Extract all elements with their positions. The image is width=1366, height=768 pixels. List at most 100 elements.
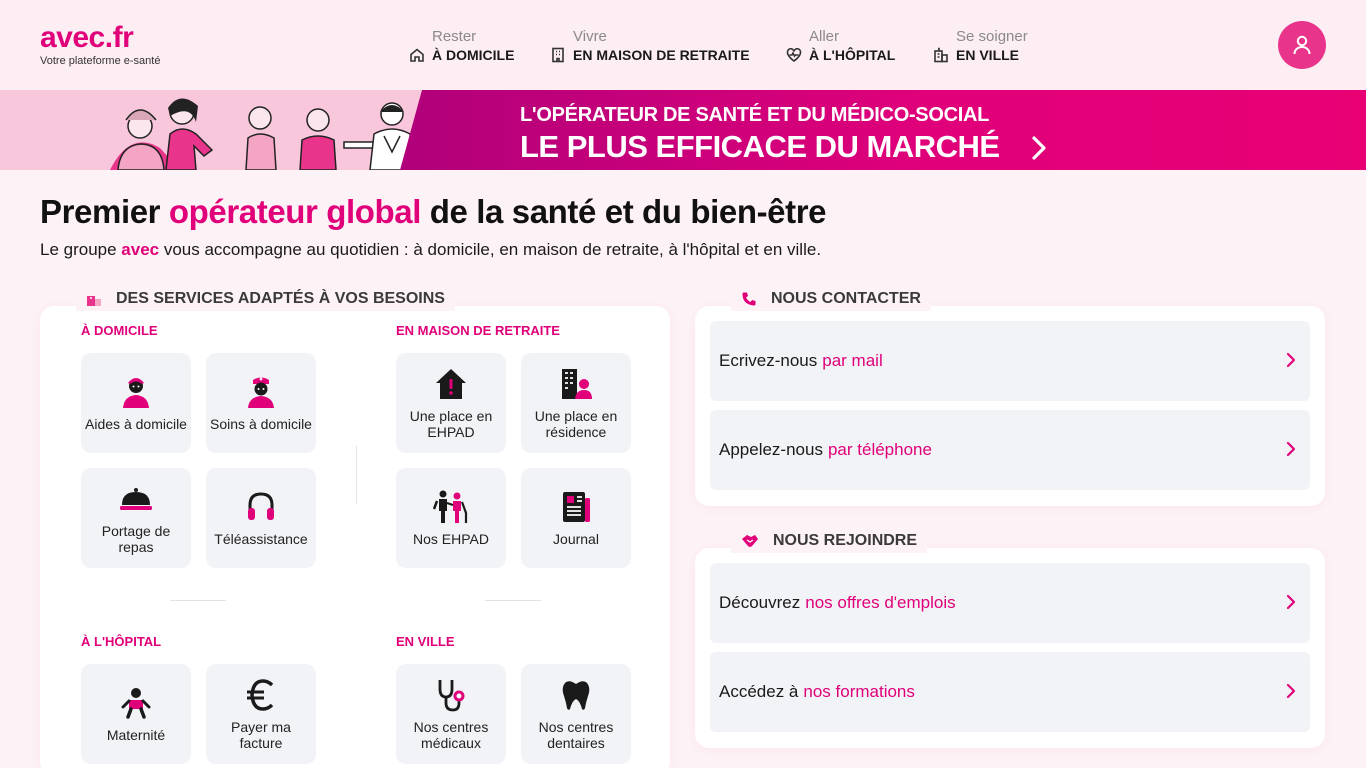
tile-label: Portage de repas [101,523,171,555]
tile-label: Nos centres médicaux [413,719,489,751]
nav-item-maison-retraite[interactable]: Vivre EN MAISON DE RETRAITE [550,28,750,64]
services-heading: DES SERVICES ADAPTÉS À VOS BESOINS [76,287,455,311]
title-after: de la santé et du bien-être [421,193,827,230]
chevron-right-icon [1286,352,1296,368]
title-before: Premier [40,193,169,230]
heart-pulse-icon [786,47,802,62]
logo[interactable]: avec.fr Votre plateforme e-santé [40,22,161,68]
people-icon [433,490,468,523]
logo-tagline: Votre plateforme e-santé [40,55,161,67]
category-label-ville: EN VILLE [396,634,455,649]
nav-item-ville[interactable]: Se soigner EN VILLE [933,28,1028,64]
handshake-icon [742,535,758,547]
nav-item-hopital[interactable]: Aller À L'HÔPITAL [786,28,895,64]
join-heading: NOUS REJOINDRE [731,529,928,553]
tile-label: Maternité [106,727,166,743]
tile-journal[interactable]: Journal [521,468,631,568]
divider [170,600,226,601]
euro-icon [247,679,274,711]
intro-after: vous accompagne au quotidien : à domicil… [159,240,822,259]
tile-maternite[interactable]: Maternité [81,664,191,764]
nav-main-label: EN VILLE [956,47,1020,63]
tile-payer-facture[interactable]: Payer ma facture [206,664,316,764]
nav-main-label: À DOMICILE [432,47,515,63]
nav-main-label: À L'HÔPITAL [809,47,896,63]
row-highlight: par téléphone [827,440,932,459]
tile-label: Une place en résidence [534,408,618,440]
meal-cloche-icon [120,488,152,510]
chevron-right-icon [1032,136,1046,160]
tile-centres-medicaux[interactable]: Nos centres médicaux [396,664,506,764]
row-text: Accédez à [719,682,799,701]
title-highlight: opérateur global [168,193,422,230]
row-highlight: nos formations [803,682,915,701]
city-icon [934,47,948,63]
nav-main-label: EN MAISON DE RETRAITE [573,47,750,63]
divider [485,600,541,601]
tile-label: Nos centres dentaires [538,719,614,751]
chevron-right-icon [1286,594,1296,610]
tile-teleassistance[interactable]: Téléassistance [206,468,316,568]
contact-mail-link[interactable]: Ecrivez-nous par mail [710,321,1310,401]
building-icon [552,47,564,63]
user-icon [1293,35,1311,55]
category-label-hopital: À L'HÔPITAL [81,634,162,649]
tile-portage-repas[interactable]: Portage de repas [81,468,191,568]
contact-title: NOUS CONTACTER [771,290,921,307]
tile-place-ehpad[interactable]: Une place en EHPAD [396,353,506,453]
chevron-right-icon [1286,441,1296,457]
services-title: DES SERVICES ADAPTÉS À VOS BESOINS [116,290,445,307]
phone-icon [742,292,756,306]
tile-label: Soins à domicile [210,416,312,432]
residence-icon [562,369,592,399]
tile-place-residence[interactable]: Une place en résidence [521,353,631,453]
tile-label: Journal [553,531,599,547]
nav-sub-label: Vivre [573,28,607,45]
join-training-link[interactable]: Accédez à nos formations [710,652,1310,732]
nurse-icon [248,377,274,408]
logo-text[interactable]: avec.fr [40,22,160,54]
tile-label: Nos EHPAD [413,531,489,547]
promo-banner[interactable]: L'OPÉRATEUR DE SANTÉ ET DU MÉDICO-SOCIAL… [0,90,1366,170]
row-text: Découvrez [719,593,801,612]
tile-soins-domicile[interactable]: Soins à domicile [206,353,316,453]
tile-label: Aides à domicile [85,416,187,432]
contact-heading: NOUS CONTACTER [731,287,931,311]
row-highlight: nos offres d'emplois [805,593,956,612]
category-label-maison-retraite: EN MAISON DE RETRAITE [396,323,560,338]
baby-icon [121,688,151,719]
row-text: Ecrivez-nous [719,351,818,370]
tile-nos-ehpad[interactable]: Nos EHPAD [396,468,506,568]
divider [356,446,357,504]
intro-text: Le groupe avec vous accompagne au quotid… [40,240,821,260]
stethoscope-icon [438,680,465,712]
contact-phone-link[interactable]: Appelez-nous par téléphone [710,410,1310,490]
category-label-domicile: À DOMICILE [81,323,158,338]
house-alert-icon [436,369,466,399]
site-header: avec.fr Votre plateforme e-santé Rester … [0,0,1366,90]
banner-line2: LE PLUS EFFICACE DU MARCHÉ [520,129,1000,164]
newspaper-icon [563,492,590,522]
clinic-icon [87,296,101,306]
nav-sub-label: Rester [432,28,477,45]
row-highlight: par mail [822,351,883,370]
tile-aides-domicile[interactable]: Aides à domicile [81,353,191,453]
nav-item-domicile[interactable]: Rester À DOMICILE [409,28,514,64]
tile-label: Téléassistance [214,531,308,547]
headset-icon [248,492,274,520]
join-title: NOUS REJOINDRE [773,532,918,549]
banner-line1: L'OPÉRATEUR DE SANTÉ ET DU MÉDICO-SOCIAL [520,104,990,126]
tile-label: Payer ma facture [231,719,291,751]
join-jobs-link[interactable]: Découvrez nos offres d'emplois [710,563,1310,643]
tile-centres-dentaires[interactable]: Nos centres dentaires [521,664,631,764]
tooth-icon [562,681,590,710]
nav-sub-label: Aller [809,28,840,45]
page-title: Premier opérateur global de la santé et … [40,193,827,231]
account-button[interactable] [1278,21,1326,69]
tile-label: Une place en EHPAD [409,408,493,440]
home-icon [410,48,424,62]
row-text: Appelez-nous [719,440,823,459]
caregiver-icon [123,378,149,408]
nav-sub-label: Se soigner [956,28,1028,45]
chevron-right-icon [1286,683,1296,699]
